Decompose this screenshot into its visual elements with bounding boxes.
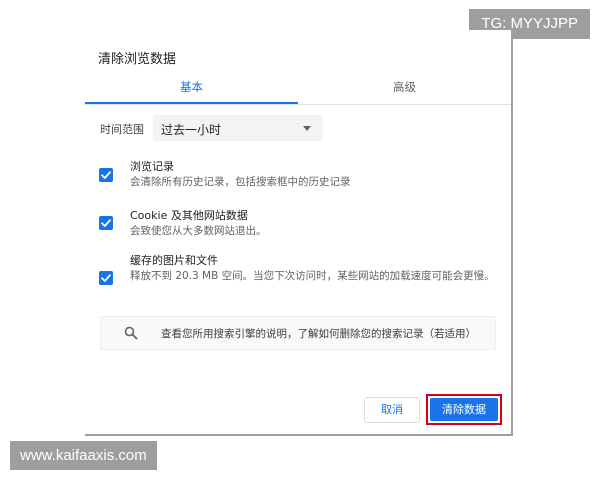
cookies-description: 会致使您从大多数网站退出。 — [130, 225, 267, 237]
checkmark-icon — [101, 274, 111, 282]
tab-divider — [85, 104, 511, 105]
search-engine-hint-row[interactable]: 查看您所用搜索引擎的说明，了解如何删除您的搜索记录（若适用） — [100, 316, 496, 350]
cached-files-description: 释放不到 20.3 MB 空间。当您下次访问时，某些网站的加载速度可能会更慢。 — [130, 270, 495, 282]
time-range-label: 时间范围 — [100, 123, 144, 136]
watermark-site: www.kaifaaxis.com — [10, 441, 157, 470]
clear-browsing-data-dialog: 清除浏览数据 基本 高级 时间范围 过去一小时 浏览记录 会清除所有历史记录，包… — [85, 30, 513, 436]
cached-files-title: 缓存的图片和文件 — [130, 254, 218, 267]
tab-basic[interactable]: 基本 — [85, 78, 298, 102]
browsing-history-title: 浏览记录 — [130, 160, 174, 173]
browsing-history-checkbox[interactable] — [99, 168, 113, 182]
checkmark-icon — [101, 219, 111, 227]
browsing-history-description: 会清除所有历史记录，包括搜索框中的历史记录 — [130, 176, 351, 188]
cookies-title: Cookie 及其他网站数据 — [130, 209, 248, 222]
cookies-checkbox[interactable] — [99, 216, 113, 230]
time-range-select[interactable]: 过去一小时 — [153, 115, 323, 141]
checkmark-icon — [101, 171, 111, 179]
cached-files-checkbox[interactable] — [99, 271, 113, 285]
cancel-button[interactable]: 取消 — [364, 397, 420, 423]
clear-data-button[interactable]: 清除数据 — [430, 398, 498, 421]
search-engine-hint-text: 查看您所用搜索引擎的说明，了解如何删除您的搜索记录（若适用） — [161, 328, 476, 340]
tab-advanced[interactable]: 高级 — [298, 78, 511, 102]
time-range-value: 过去一小时 — [161, 123, 222, 137]
dialog-title: 清除浏览数据 — [98, 52, 177, 67]
dropdown-arrow-icon — [303, 126, 311, 131]
search-icon — [124, 326, 138, 340]
